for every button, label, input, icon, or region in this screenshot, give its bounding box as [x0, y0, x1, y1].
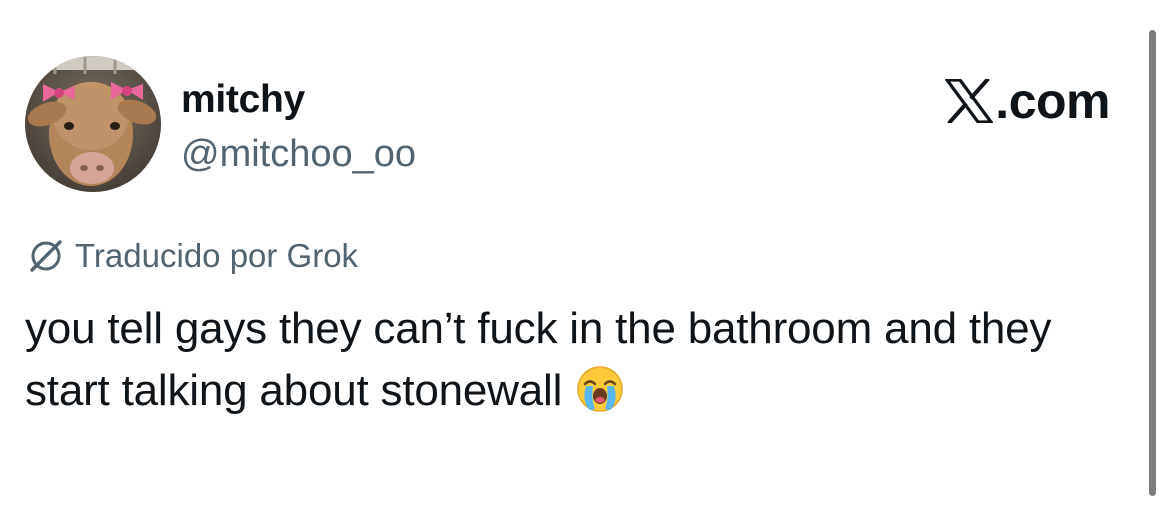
translation-notice[interactable]: Traducido por Grok	[27, 236, 358, 276]
x-com-watermark: .com	[945, 76, 1110, 126]
author-display-name[interactable]: mitchy	[181, 76, 305, 124]
translation-label: Traducido por Grok	[75, 237, 359, 274]
loudly-crying-face-emoji	[576, 365, 624, 430]
x-logo-icon	[945, 79, 994, 123]
x-com-text: .com	[995, 73, 1110, 129]
author-handle[interactable]: @mitchoo_oo	[181, 131, 416, 177]
cow-avatar-icon	[25, 56, 161, 192]
crying-face-icon	[577, 366, 623, 412]
tweet-text: you tell gays they can’t fuck in the bat…	[25, 304, 1052, 415]
tweet-card: mitchy @mitchoo_oo .com Traducido por Gr…	[0, 0, 1170, 507]
grok-icon	[30, 240, 62, 272]
author-avatar[interactable]	[25, 56, 161, 192]
tweet-body: you tell gays they can’t fuck in the bat…	[25, 298, 1135, 430]
scrollbar[interactable]	[1149, 30, 1156, 496]
